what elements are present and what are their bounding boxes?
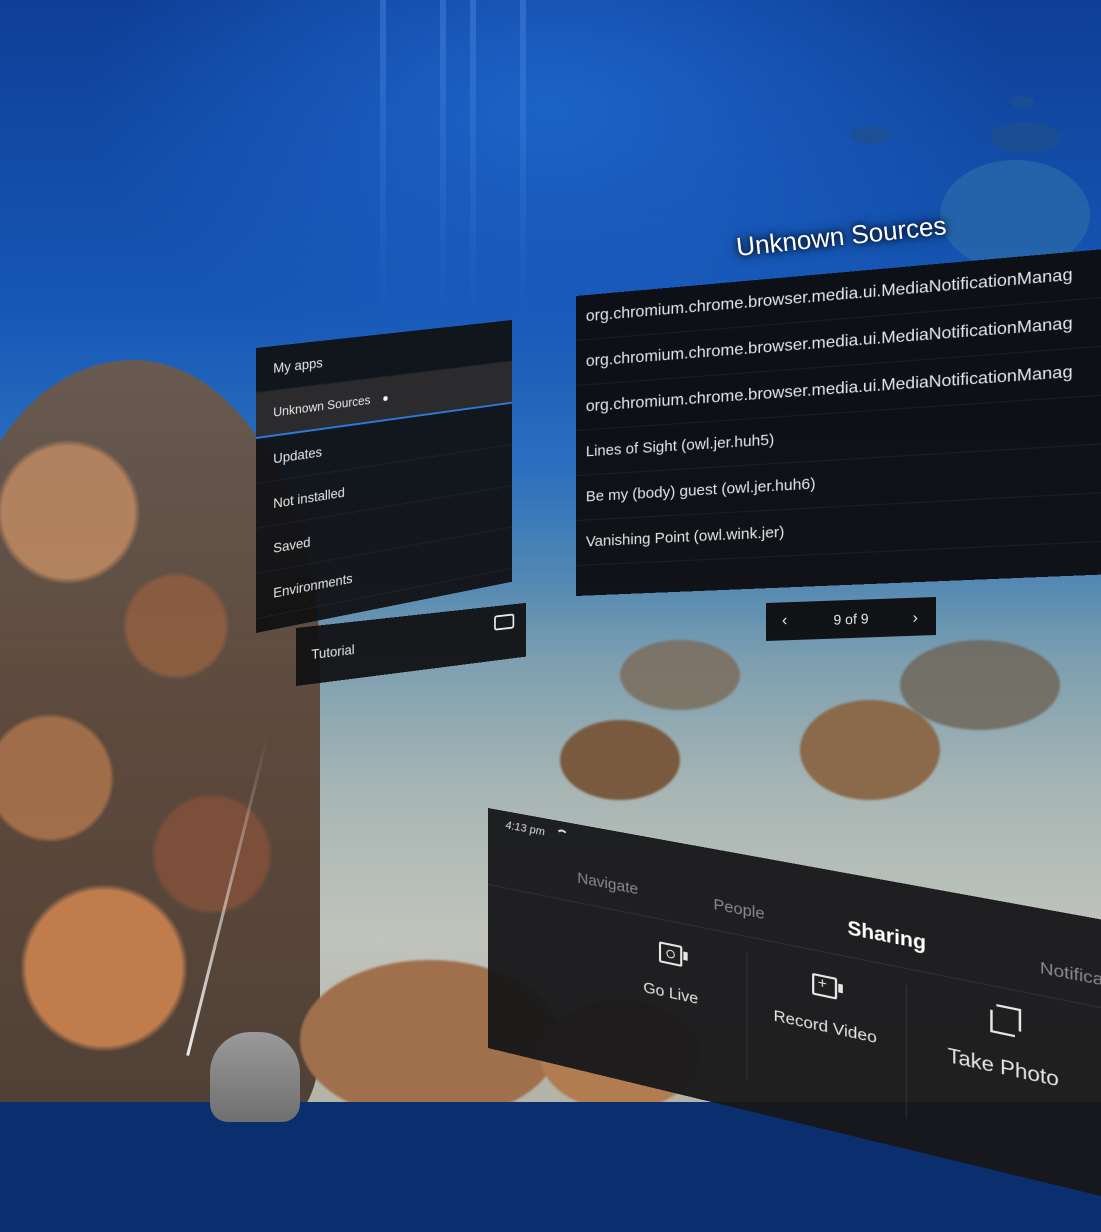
page-count: 9 of 9 bbox=[833, 610, 869, 628]
fish bbox=[850, 126, 890, 144]
selected-dot-icon bbox=[382, 395, 388, 402]
sidebar-item-label: Updates bbox=[273, 443, 323, 467]
light-ray bbox=[520, 0, 526, 320]
go-live-icon bbox=[658, 941, 683, 968]
pagination: ‹ 9 of 9 › bbox=[766, 597, 936, 641]
fish bbox=[1010, 96, 1034, 108]
status-bar: 4:13 pm bbox=[505, 819, 568, 844]
sidebar-item-label: Not installed bbox=[273, 484, 345, 512]
tab-sharing[interactable]: Sharing bbox=[847, 917, 926, 955]
coral bbox=[620, 640, 740, 710]
controller-icon bbox=[494, 613, 515, 631]
go-live-button[interactable]: Go Live bbox=[597, 922, 748, 1081]
coral bbox=[800, 700, 940, 800]
light-ray bbox=[470, 0, 476, 320]
record-video-label: Record Video bbox=[773, 1006, 877, 1048]
take-photo-button[interactable]: Take Photo bbox=[918, 988, 1091, 1161]
crop-photo-icon bbox=[990, 1009, 1015, 1038]
vr-controller bbox=[210, 1032, 300, 1122]
tutorial-label: Tutorial bbox=[311, 641, 355, 663]
light-ray bbox=[380, 0, 386, 320]
wifi-icon bbox=[555, 828, 568, 844]
sidebar-item-label: Saved bbox=[273, 533, 311, 556]
sidebar-item-label: Unknown Sources bbox=[273, 392, 371, 420]
sidebar-item-label: Environments bbox=[273, 570, 353, 601]
tab-people[interactable]: People bbox=[713, 895, 764, 923]
record-video-icon bbox=[812, 972, 838, 1000]
library-sidebar: My apps Unknown Sources Updates Not inst… bbox=[256, 320, 513, 633]
take-photo-label: Take Photo bbox=[947, 1044, 1059, 1092]
sidebar-item-label: My apps bbox=[273, 354, 323, 376]
go-live-label: Go Live bbox=[643, 978, 699, 1009]
tab-notifications[interactable]: Notifications bbox=[1040, 958, 1101, 998]
tab-navigate[interactable]: Navigate bbox=[577, 869, 638, 898]
chevron-right-icon[interactable]: › bbox=[913, 610, 918, 628]
light-ray bbox=[440, 0, 446, 320]
clock: 4:13 pm bbox=[505, 819, 545, 839]
fish bbox=[990, 122, 1060, 154]
record-video-button[interactable]: Record Video bbox=[746, 952, 908, 1119]
coral bbox=[900, 640, 1060, 730]
app-list: org.chromium.chrome.browser.media.ui.Med… bbox=[576, 242, 1101, 596]
coral bbox=[560, 720, 680, 800]
